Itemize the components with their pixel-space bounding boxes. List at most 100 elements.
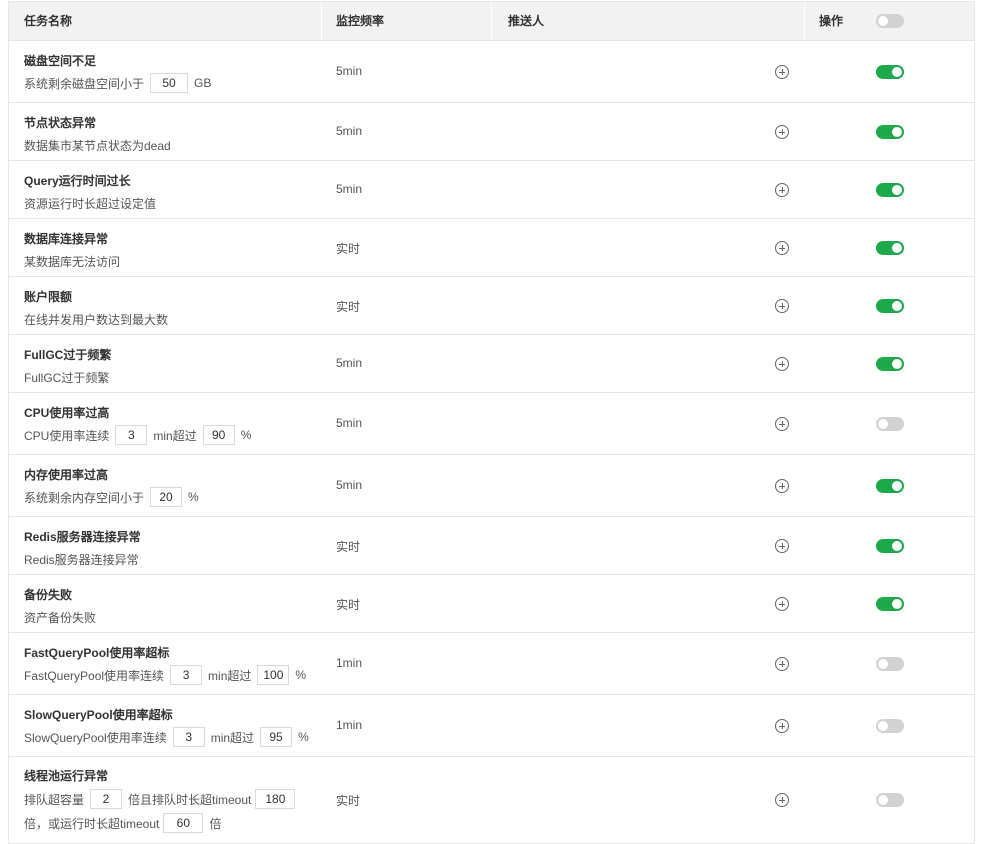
task-desc-text: 倍 (209, 816, 222, 831)
task-desc-text: 资产备份失败 (24, 610, 97, 625)
task-desc: 系统剩余内存空间小于 20% (24, 487, 199, 507)
task-title: 线程池运行异常 (24, 769, 109, 783)
enable-toggle[interactable] (876, 357, 904, 371)
enable-toggle[interactable] (876, 793, 904, 807)
table-row: SlowQueryPool使用率超标 SlowQueryPool使用率连续 3 min… (9, 695, 974, 757)
add-pusher-icon[interactable] (775, 719, 789, 733)
task-desc-text: min超过 (208, 668, 252, 683)
table-row: CPU使用率过高 CPU使用率连续 3 min超过 90% 5min (9, 393, 974, 455)
enable-toggle[interactable] (876, 539, 904, 553)
col-divider (321, 2, 322, 40)
add-pusher-icon[interactable] (775, 417, 789, 431)
toggle-knob (892, 243, 902, 253)
task-title: 磁盘空间不足 (24, 54, 97, 68)
task-desc: FullGC过于频繁 (24, 367, 109, 387)
add-pusher-icon[interactable] (775, 125, 789, 139)
task-title: 数据库连接异常 (24, 232, 109, 246)
table-row: FastQueryPool使用率超标 FastQueryPool使用率连续 3 min… (9, 633, 974, 695)
table-header: 任务名称 监控频率 推送人 操作 (9, 2, 974, 41)
frequency-value: 实时 (336, 242, 361, 256)
master-toggle[interactable] (876, 14, 904, 28)
table-row: 数据库连接异常 某数据库无法访问 实时 (9, 219, 974, 277)
task-title: Query运行时间过长 (24, 174, 131, 188)
enable-toggle[interactable] (876, 241, 904, 255)
toggle-knob (892, 599, 902, 609)
toggle-knob (878, 795, 888, 805)
task-title: 内存使用率过高 (24, 468, 109, 482)
task-desc: FastQueryPool使用率连续 3 min超过 100% (24, 665, 306, 685)
col-divider (804, 2, 805, 40)
task-desc: 排队超容量 2 倍且排队时长超timeout 180 (24, 789, 296, 809)
enable-toggle[interactable] (876, 299, 904, 313)
task-desc: Redis服务器连接异常 (24, 549, 139, 569)
threshold-input[interactable]: 100 (257, 665, 290, 685)
table-row: 线程池运行异常 排队超容量 2 倍且排队时长超timeout 180 倍，或运行时长超ti… (9, 757, 974, 843)
enable-toggle[interactable] (876, 657, 904, 671)
enable-toggle[interactable] (876, 719, 904, 733)
enable-toggle[interactable] (876, 65, 904, 79)
task-desc-text: % (240, 428, 252, 442)
col-header-pusher: 推送人 (508, 14, 545, 28)
threshold-input[interactable]: 2 (90, 789, 123, 809)
task-desc: SlowQueryPool使用率连续 3 min超过 95% (24, 727, 309, 747)
task-desc: 倍，或运行时长超timeout 60 倍 (24, 813, 221, 833)
threshold-input[interactable]: 95 (260, 727, 293, 747)
add-pusher-icon[interactable] (775, 657, 789, 671)
frequency-value: 5min (336, 124, 363, 138)
task-desc-text: % (298, 730, 309, 744)
table-row: 磁盘空间不足 系统剩余磁盘空间小于 50 GB 5min (9, 41, 974, 103)
add-pusher-icon[interactable] (775, 793, 789, 807)
toggle-knob (892, 481, 902, 491)
task-desc: 在线并发用户数达到最大数 (24, 309, 168, 329)
task-desc-text: 系统剩余磁盘空间小于 (24, 76, 145, 91)
add-pusher-icon[interactable] (775, 65, 789, 79)
enable-toggle[interactable] (876, 125, 904, 139)
threshold-input[interactable]: 60 (163, 813, 204, 833)
task-desc-text: 资源运行时长超过设定值 (24, 196, 157, 211)
enable-toggle[interactable] (876, 597, 904, 611)
task-desc: CPU使用率连续 3 min超过 90% (24, 425, 251, 445)
task-desc-text: 倍，或运行时长超timeout (24, 816, 160, 831)
task-desc: 系统剩余磁盘空间小于 50 GB (24, 73, 211, 93)
add-pusher-icon[interactable] (775, 183, 789, 197)
task-desc-text: 排队超容量 (24, 792, 85, 807)
enable-toggle[interactable] (876, 479, 904, 493)
add-pusher-icon[interactable] (775, 539, 789, 553)
add-pusher-icon[interactable] (775, 479, 789, 493)
col-header-task-name: 任务名称 (24, 14, 73, 28)
threshold-input[interactable]: 50 (150, 73, 189, 93)
frequency-value: 实时 (336, 598, 361, 612)
task-desc-text: CPU使用率连续 (24, 428, 110, 443)
threshold-input[interactable]: 3 (170, 665, 203, 685)
task-desc-text: FullGC过于频繁 (24, 370, 110, 385)
toggle-knob (878, 16, 888, 26)
toggle-knob (878, 659, 888, 669)
add-pusher-icon[interactable] (775, 597, 789, 611)
frequency-value: 5min (336, 356, 363, 370)
task-desc-text: 倍且排队时长超timeout (128, 792, 252, 807)
threshold-input[interactable]: 20 (150, 487, 183, 507)
table-body: 磁盘空间不足 系统剩余磁盘空间小于 50 GB 5min 节点状态异常 数据集市某节点状态为… (9, 41, 974, 843)
table-row: 备份失败 资产备份失败 实时 (9, 575, 974, 633)
add-pusher-icon[interactable] (775, 299, 789, 313)
alert-task-table: 任务名称 监控频率 推送人 操作 磁盘空间不足 系统剩余磁盘空间小于 50 GB 5mi… (8, 1, 975, 844)
enable-toggle[interactable] (876, 183, 904, 197)
enable-toggle[interactable] (876, 417, 904, 431)
threshold-input[interactable]: 90 (202, 425, 235, 445)
threshold-input[interactable]: 3 (115, 425, 148, 445)
toggle-knob (878, 419, 888, 429)
toggle-knob (878, 721, 888, 731)
threshold-input[interactable]: 180 (255, 789, 296, 809)
task-title: Redis服务器连接异常 (24, 530, 141, 544)
task-title: FullGC过于频繁 (24, 348, 112, 362)
task-title: CPU使用率过高 (24, 406, 110, 420)
col-divider (491, 2, 492, 40)
threshold-input[interactable]: 3 (172, 727, 205, 747)
task-desc-text: min超过 (210, 730, 255, 745)
add-pusher-icon[interactable] (775, 241, 789, 255)
toggle-knob (892, 301, 902, 311)
table-row: Query运行时间过长 资源运行时长超过设定值 5min (9, 161, 974, 219)
table-row: 节点状态异常 数据集市某节点状态为dead 5min (9, 103, 974, 161)
add-pusher-icon[interactable] (775, 357, 789, 371)
frequency-value: 5min (336, 478, 363, 492)
